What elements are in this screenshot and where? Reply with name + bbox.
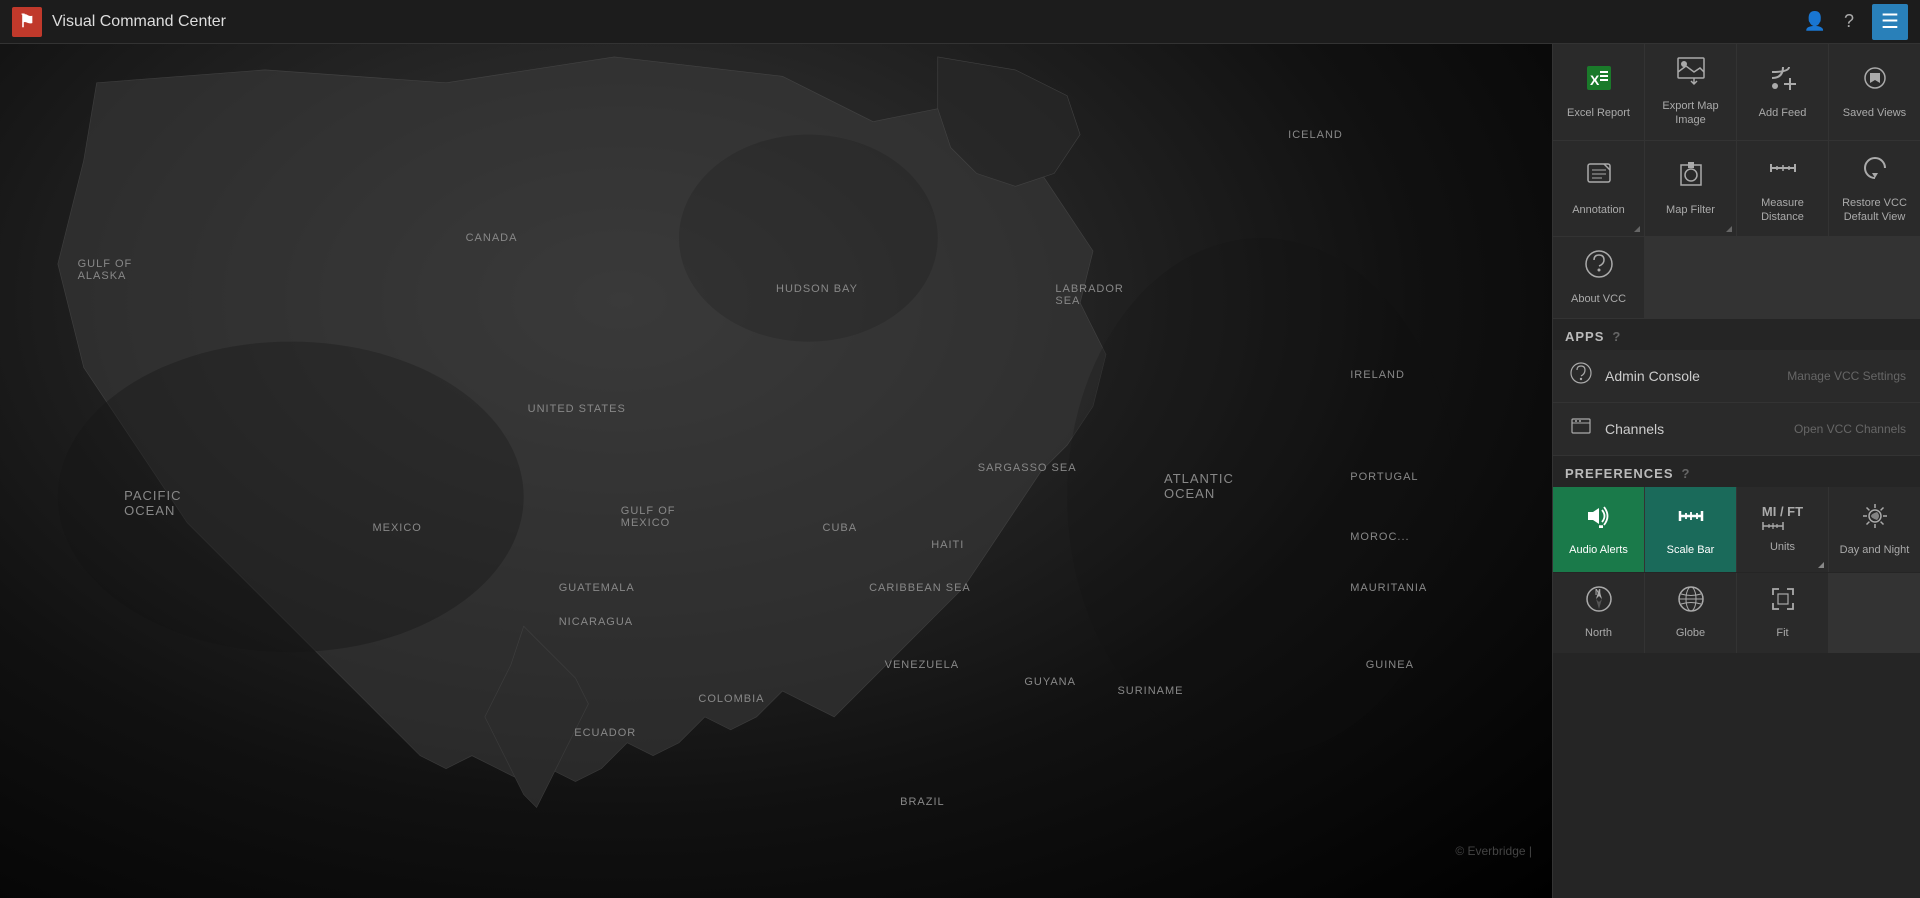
tools-grid-top: X Excel Report Export Map Image Add Feed [1553, 44, 1920, 141]
app-channels-left: Channels [1567, 415, 1664, 443]
add-feed-label: Add Feed [1759, 106, 1807, 120]
export-map-label: Export Map Image [1651, 99, 1730, 128]
units-icon: MI / FT [1762, 505, 1803, 534]
north-icon: N [1585, 585, 1613, 620]
restore-vcc-label: Restore VCC Default View [1835, 196, 1914, 225]
saved-views-icon [1860, 63, 1890, 100]
channels-action: Open VCC Channels [1794, 422, 1906, 436]
svg-text:N: N [1595, 588, 1601, 597]
audio-alerts-icon [1585, 502, 1613, 537]
day-night-label: Day and Night [1840, 543, 1910, 557]
restore-vcc-icon [1860, 153, 1890, 190]
tools-grid-mid: Annotation Map Filter Measure Distance [1553, 141, 1920, 238]
tool-measure-distance[interactable]: Measure Distance [1737, 141, 1828, 237]
tool-add-feed[interactable]: Add Feed [1737, 44, 1828, 140]
apps-help-icon[interactable]: ? [1612, 329, 1621, 344]
map-filter-icon [1676, 160, 1706, 197]
about-vcc-icon [1584, 249, 1614, 286]
preferences-header: PREFERENCES ? [1553, 456, 1920, 487]
about-vcc-label: About VCC [1571, 292, 1626, 306]
right-panel: X Excel Report Export Map Image Add Feed [1552, 44, 1920, 898]
map-area[interactable]: Gulf ofAlaska CANADA Hudson Bay Labrador… [0, 44, 1552, 898]
topbar: ⚑ Visual Command Center 👤 ? ☰ [0, 0, 1920, 44]
units-label: Units [1770, 540, 1795, 554]
preferences-header-text: PREFERENCES [1565, 466, 1674, 481]
apps-header-text: APPS [1565, 329, 1604, 344]
measure-distance-icon [1768, 153, 1798, 190]
annotation-icon [1584, 160, 1614, 197]
app-admin-left: Admin Console [1567, 362, 1700, 390]
admin-console-name: Admin Console [1605, 368, 1700, 384]
units-arrow [1818, 562, 1824, 568]
excel-icon: X [1584, 63, 1614, 100]
bottom-tool-north[interactable]: N North [1553, 573, 1644, 652]
user-icon[interactable]: 👤 [1804, 11, 1826, 32]
channels-icon [1567, 415, 1595, 443]
bottom-tool-globe[interactable]: Globe [1645, 573, 1736, 652]
annotation-label: Annotation [1572, 203, 1625, 217]
saved-views-label: Saved Views [1843, 106, 1906, 120]
app-admin-console[interactable]: Admin Console Manage VCC Settings [1553, 350, 1920, 403]
tool-saved-views[interactable]: Saved Views [1829, 44, 1920, 140]
pref-audio-alerts[interactable]: Audio Alerts [1553, 487, 1644, 572]
annotation-arrow [1634, 226, 1640, 232]
admin-console-icon [1567, 362, 1595, 390]
channels-name: Channels [1605, 421, 1664, 437]
help-icon[interactable]: ? [1844, 11, 1854, 32]
main-layout: Gulf ofAlaska CANADA Hudson Bay Labrador… [0, 44, 1920, 898]
fit-icon [1769, 585, 1797, 620]
fit-label: Fit [1776, 626, 1788, 640]
tool-excel-report[interactable]: X Excel Report [1553, 44, 1644, 140]
apps-header: APPS ? [1553, 319, 1920, 350]
add-feed-icon [1768, 63, 1798, 100]
tool-restore-vcc[interactable]: Restore VCC Default View [1829, 141, 1920, 237]
audio-alerts-label: Audio Alerts [1569, 543, 1628, 557]
excel-report-label: Excel Report [1567, 106, 1630, 120]
bottom-tools-grid: N North Globe Fit [1553, 573, 1920, 652]
tool-export-map[interactable]: Export Map Image [1645, 44, 1736, 140]
logo-icon: ⚑ [12, 7, 42, 37]
tools-grid-about: About VCC [1553, 237, 1920, 319]
scale-bar-label: Scale Bar [1667, 543, 1715, 557]
export-map-icon [1676, 56, 1706, 93]
svg-text:X: X [1590, 72, 1600, 88]
topbar-right: 👤 ? ☰ [1804, 4, 1908, 40]
bottom-tool-fit[interactable]: Fit [1737, 573, 1828, 652]
tool-annotation[interactable]: Annotation [1553, 141, 1644, 237]
map-background: Gulf ofAlaska CANADA Hudson Bay Labrador… [0, 44, 1552, 898]
measure-distance-label: Measure Distance [1743, 196, 1822, 225]
tool-map-filter[interactable]: Map Filter [1645, 141, 1736, 237]
admin-console-action: Manage VCC Settings [1787, 369, 1906, 383]
globe-icon [1677, 585, 1705, 620]
menu-button[interactable]: ☰ [1872, 4, 1908, 40]
pref-day-night[interactable]: Day and Night [1829, 487, 1920, 572]
globe-label: Globe [1676, 626, 1705, 640]
hamburger-icon: ☰ [1881, 9, 1899, 34]
scale-bar-icon [1677, 502, 1705, 537]
pref-units[interactable]: MI / FT Units [1737, 487, 1828, 572]
north-label: North [1585, 626, 1612, 640]
app-title: Visual Command Center [52, 13, 226, 31]
map-filter-label: Map Filter [1666, 203, 1715, 217]
map-filter-arrow [1726, 226, 1732, 232]
map-watermark: © Everbridge | [1455, 844, 1532, 858]
tool-about-vcc[interactable]: About VCC [1553, 237, 1644, 318]
day-night-icon [1861, 502, 1889, 537]
topbar-left: ⚑ Visual Command Center [12, 7, 226, 37]
pref-scale-bar[interactable]: Scale Bar [1645, 487, 1736, 572]
preferences-grid: Audio Alerts Scale Bar MI / FT Units [1553, 487, 1920, 572]
preferences-help-icon[interactable]: ? [1682, 466, 1691, 481]
app-channels[interactable]: Channels Open VCC Channels [1553, 403, 1920, 456]
map-svg [0, 44, 1552, 898]
